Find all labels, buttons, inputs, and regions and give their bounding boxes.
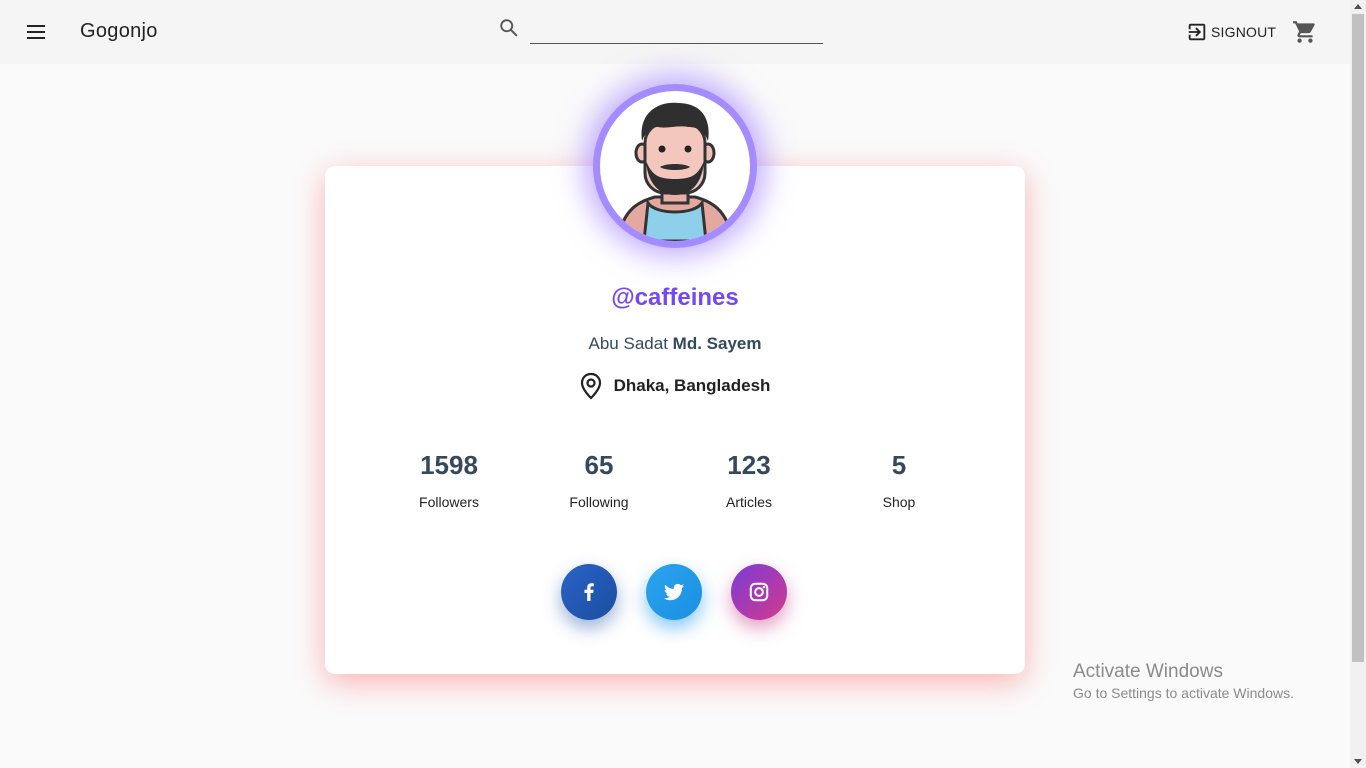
twitter-icon: [664, 583, 684, 601]
scrollbar[interactable]: [1350, 0, 1366, 768]
menu-icon-line: [27, 25, 45, 27]
location-pin-icon: [580, 372, 601, 400]
signout-label: SIGNOUT: [1211, 24, 1277, 40]
avatar: [593, 84, 757, 248]
stat-label: Shop: [882, 494, 916, 510]
stat-label: Followers: [419, 494, 479, 510]
instagram-button[interactable]: [731, 564, 787, 620]
menu-icon-line: [27, 37, 45, 39]
search-input[interactable]: [530, 12, 823, 44]
menu-icon-line: [27, 31, 45, 33]
twitter-button[interactable]: [646, 564, 702, 620]
stat-value: 123: [727, 450, 771, 480]
full-name: Abu Sadat Md. Sayem: [325, 334, 1025, 354]
instagram-icon: [749, 582, 769, 602]
username: @caffeines: [611, 284, 739, 311]
watermark-subtitle: Go to Settings to activate Windows.: [1073, 685, 1294, 701]
stat-following[interactable]: 65 Following: [529, 450, 669, 510]
brand-title[interactable]: Gogonjo: [80, 20, 158, 43]
menu-button[interactable]: [20, 16, 52, 48]
activation-watermark: Activate Windows Go to Settings to activ…: [1073, 661, 1294, 701]
first-name: Abu Sadat: [588, 334, 668, 353]
stat-label: Following: [569, 494, 629, 510]
scroll-up-arrow[interactable]: [1354, 4, 1362, 9]
scroll-down-arrow[interactable]: [1354, 759, 1362, 764]
signout-icon: [1188, 23, 1206, 41]
stat-label: Articles: [726, 494, 772, 510]
last-name: Md. Sayem: [672, 334, 762, 353]
avatar-illustration: [616, 102, 734, 241]
signout-button[interactable]: SIGNOUT: [1186, 20, 1276, 44]
watermark-title: Activate Windows: [1073, 661, 1223, 682]
location: Dhaka, Bangladesh: [325, 372, 1025, 400]
stat-shop[interactable]: 5 Shop: [829, 450, 969, 510]
location-text: Dhaka, Bangladesh: [613, 376, 771, 395]
stat-articles[interactable]: 123 Articles: [679, 450, 819, 510]
stat-value: 65: [584, 450, 614, 480]
facebook-button[interactable]: [561, 564, 617, 620]
facebook-icon: [584, 583, 594, 601]
scroll-thumb[interactable]: [1352, 14, 1364, 662]
search-icon: [500, 19, 518, 37]
app-bar: Gogonjo SIGNOUT: [0, 0, 1350, 64]
cart-icon[interactable]: [1292, 19, 1318, 45]
stat-value: 5: [891, 450, 907, 480]
stat-value: 1598: [420, 450, 478, 480]
stat-followers[interactable]: 1598 Followers: [379, 450, 519, 510]
